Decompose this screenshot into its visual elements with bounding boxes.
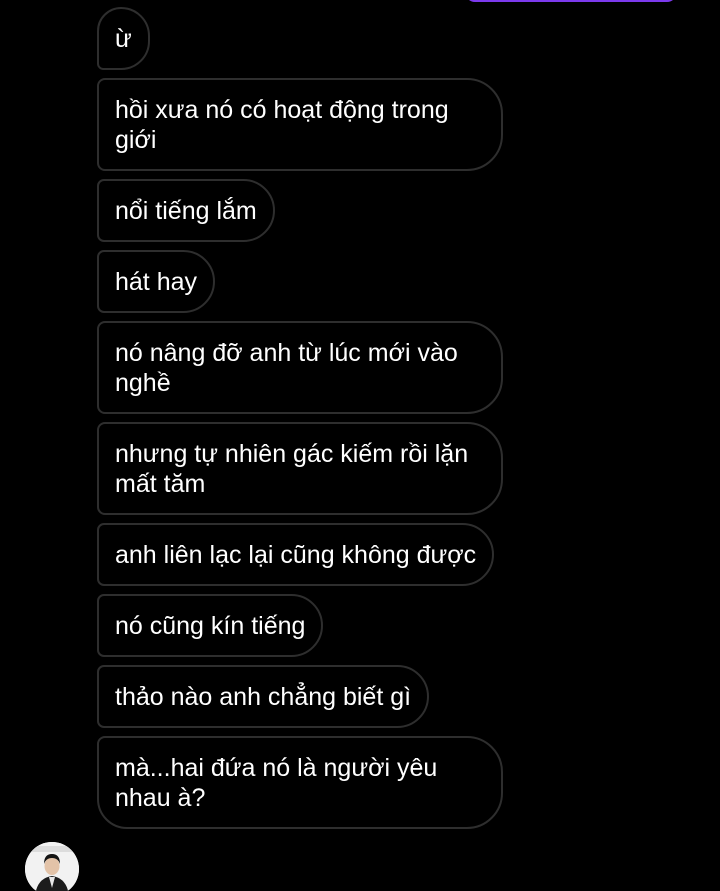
message-text: hồi xưa nó có hoạt động trong giới	[115, 96, 449, 154]
message-row: nhưng tự nhiên gác kiếm rồi lặn mất tăm	[97, 422, 517, 523]
message-text: anh liên lạc lại cũng không được	[115, 541, 477, 569]
message-text: thảo nào anh chẳng biết gì	[115, 683, 412, 711]
message-text: nổi tiếng lắm	[115, 197, 257, 225]
received-message-bubble[interactable]: nó nâng đỡ anh từ lúc mới vào nghề	[97, 321, 503, 414]
message-row: nó cũng kín tiếng	[97, 594, 517, 665]
message-row: hồi xưa nó có hoạt động trong giới	[97, 78, 517, 179]
message-text: ừ	[115, 25, 132, 53]
received-message-bubble[interactable]: mà...hai đứa nó là người yêu nhau à?	[97, 736, 503, 829]
message-row: hát hay	[97, 250, 517, 321]
received-message-bubble[interactable]: ừ	[97, 7, 150, 70]
message-row: nó nâng đỡ anh từ lúc mới vào nghề	[97, 321, 517, 422]
message-row: ừ	[97, 7, 517, 78]
received-message-bubble[interactable]: nổi tiếng lắm	[97, 179, 275, 242]
received-message-bubble[interactable]: thảo nào anh chẳng biết gì	[97, 665, 430, 728]
received-message-bubble[interactable]: hồi xưa nó có hoạt động trong giới	[97, 78, 503, 171]
message-row: nổi tiếng lắm	[97, 179, 517, 250]
sent-message-bubble-edge[interactable]	[465, 0, 677, 2]
message-text: hát hay	[115, 268, 198, 296]
message-row: mà...hai đứa nó là người yêu nhau à?	[97, 736, 517, 837]
message-text: nó cũng kín tiếng	[115, 612, 306, 640]
message-thread: ừ hồi xưa nó có hoạt động trong giới nổi…	[97, 7, 517, 837]
received-message-bubble[interactable]: nhưng tự nhiên gác kiếm rồi lặn mất tăm	[97, 422, 503, 515]
message-text: mà...hai đứa nó là người yêu nhau à?	[115, 754, 438, 812]
received-message-bubble[interactable]: anh liên lạc lại cũng không được	[97, 523, 495, 586]
message-text: nhưng tự nhiên gác kiếm rồi lặn mất tăm	[115, 440, 469, 498]
avatar-photo-icon	[25, 842, 79, 891]
message-row: anh liên lạc lại cũng không được	[97, 523, 517, 594]
sender-avatar[interactable]	[25, 842, 79, 891]
message-text: nó nâng đỡ anh từ lúc mới vào nghề	[115, 339, 458, 397]
received-message-bubble[interactable]: hát hay	[97, 250, 216, 313]
received-message-bubble[interactable]: nó cũng kín tiếng	[97, 594, 324, 657]
message-row: thảo nào anh chẳng biết gì	[97, 665, 517, 736]
